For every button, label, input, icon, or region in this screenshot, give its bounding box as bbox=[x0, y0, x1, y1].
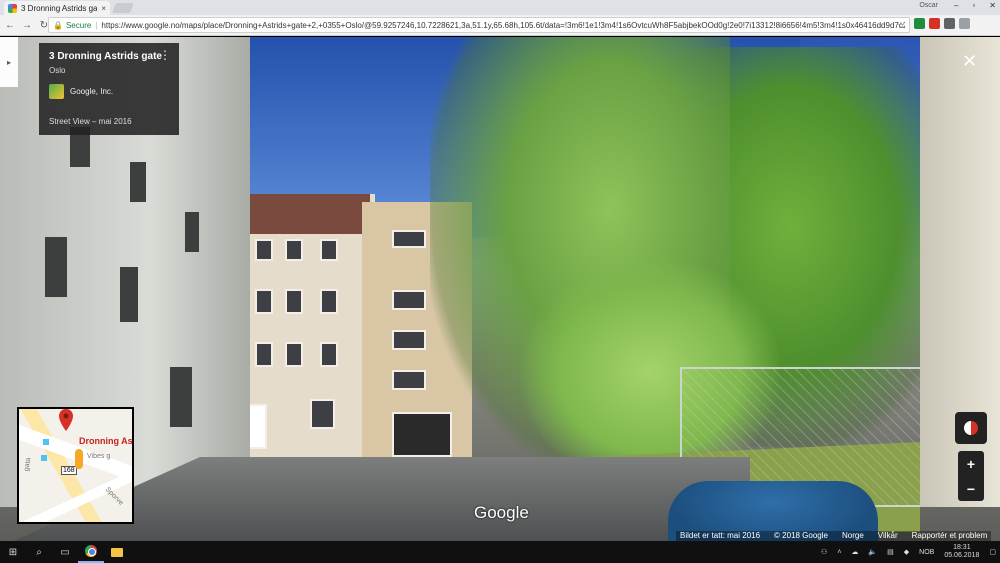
place-name[interactable]: 3 Dronning Astrids gate bbox=[49, 51, 169, 62]
extension-icon[interactable] bbox=[914, 18, 925, 29]
lock-icon: 🔒 bbox=[53, 20, 63, 30]
task-view-icon[interactable]: ▭ bbox=[52, 541, 78, 563]
clock[interactable]: 18:31 05.06.2018 bbox=[944, 544, 979, 560]
mini-map[interactable]: Dronning Astr Vibes g gata Sporve 168 bbox=[17, 407, 134, 524]
road-number-badge: 168 bbox=[61, 466, 77, 475]
transit-icon bbox=[43, 439, 49, 445]
windows-start-icon[interactable]: ⊞ bbox=[0, 541, 26, 563]
cloud-icon[interactable]: ☁ bbox=[851, 548, 858, 556]
chrome-icon bbox=[85, 545, 97, 557]
compass-needle-icon bbox=[964, 421, 978, 435]
browser-toolbar: ← → ↻ 🔒 Secure | https://www.google.no/m… bbox=[0, 15, 1000, 36]
clock-time: 18:31 bbox=[953, 544, 971, 551]
map-place-label: Dronning Astr bbox=[79, 436, 134, 446]
more-options-icon[interactable]: ⋮ bbox=[159, 49, 171, 61]
browser-tab[interactable]: 3 Dronning Astrids gate × bbox=[4, 1, 110, 15]
zoom-out-button[interactable]: − bbox=[967, 481, 975, 497]
google-logo: Google bbox=[474, 503, 529, 522]
pegman-badge-icon bbox=[49, 84, 64, 99]
volume-icon[interactable]: 🔈 bbox=[868, 548, 877, 556]
transit-icon bbox=[41, 455, 47, 461]
map-street-label: gata bbox=[23, 457, 33, 472]
pegman-icon[interactable] bbox=[75, 449, 83, 469]
location-info-card: 3 Dronning Astrids gate ⋮ Oslo Google, I… bbox=[39, 43, 179, 135]
tab-title: 3 Dronning Astrids gate bbox=[21, 3, 98, 13]
url-text[interactable]: https://www.google.no/maps/place/Dronnin… bbox=[101, 21, 905, 30]
capture-info[interactable]: Street View – mai 2016 bbox=[49, 117, 132, 126]
network-icon[interactable]: ▤ bbox=[887, 548, 894, 556]
expand-panel-button[interactable]: ▸ bbox=[0, 37, 18, 87]
star-icon[interactable]: ☆ bbox=[897, 20, 905, 31]
file-explorer-button[interactable] bbox=[104, 541, 130, 563]
imagery-owner: Google, Inc. bbox=[49, 84, 169, 99]
roof bbox=[230, 194, 370, 234]
system-tray: ⚇ ˄ ☁ 🔈 ▤ ◆ NOB 18:31 05.06.2018 ▢ bbox=[821, 541, 996, 563]
extensions bbox=[914, 18, 970, 29]
back-icon[interactable]: ← bbox=[3, 20, 17, 31]
close-window-button[interactable]: ✕ bbox=[989, 1, 996, 10]
zoom-control: + − bbox=[958, 451, 984, 501]
people-icon[interactable]: ⚇ bbox=[821, 548, 827, 556]
close-icon[interactable]: ✕ bbox=[962, 51, 977, 72]
profile-name[interactable]: Oscar bbox=[919, 2, 938, 9]
folder-icon bbox=[111, 547, 123, 557]
language-indicator[interactable]: NOB bbox=[919, 549, 934, 556]
tab-bar: 3 Dronning Astrids gate × Oscar – ▫ ✕ bbox=[0, 0, 1000, 15]
taskbar: ⊞ ⌕ ▭ ⚇ ˄ ☁ 🔈 ▤ ◆ NOB 18:31 05.06.2018 ▢ bbox=[0, 541, 1000, 563]
maps-favicon-icon bbox=[8, 3, 17, 13]
new-tab-button[interactable] bbox=[112, 3, 134, 13]
secure-label: Secure bbox=[65, 20, 92, 30]
maximize-button[interactable]: ▫ bbox=[972, 1, 975, 10]
map-street-label: Vibes g bbox=[87, 453, 111, 460]
minimize-button[interactable]: – bbox=[954, 1, 958, 10]
search-icon[interactable]: ⌕ bbox=[26, 541, 52, 563]
city-name: Oslo bbox=[49, 66, 66, 75]
extension-icon[interactable] bbox=[929, 18, 940, 29]
clock-date: 05.06.2018 bbox=[944, 552, 980, 559]
location-pin-icon bbox=[59, 409, 73, 431]
owner-name[interactable]: Google, Inc. bbox=[70, 87, 113, 96]
window-controls: – ▫ ✕ bbox=[954, 1, 996, 10]
mail-icon[interactable] bbox=[944, 18, 955, 29]
tab-close-icon[interactable]: × bbox=[101, 4, 106, 13]
address-bar[interactable]: 🔒 Secure | https://www.google.no/maps/pl… bbox=[48, 17, 910, 33]
zoom-in-button[interactable]: + bbox=[967, 456, 975, 472]
forward-icon[interactable]: → bbox=[20, 20, 34, 31]
chrome-taskbar-button[interactable] bbox=[78, 541, 104, 563]
dropbox-icon[interactable]: ◆ bbox=[904, 548, 909, 556]
compass-icon[interactable] bbox=[955, 412, 987, 444]
chevron-up-icon[interactable]: ˄ bbox=[837, 549, 841, 556]
notifications-icon[interactable]: ▢ bbox=[989, 548, 996, 556]
menu-icon[interactable] bbox=[959, 18, 970, 29]
separator: | bbox=[95, 20, 98, 30]
